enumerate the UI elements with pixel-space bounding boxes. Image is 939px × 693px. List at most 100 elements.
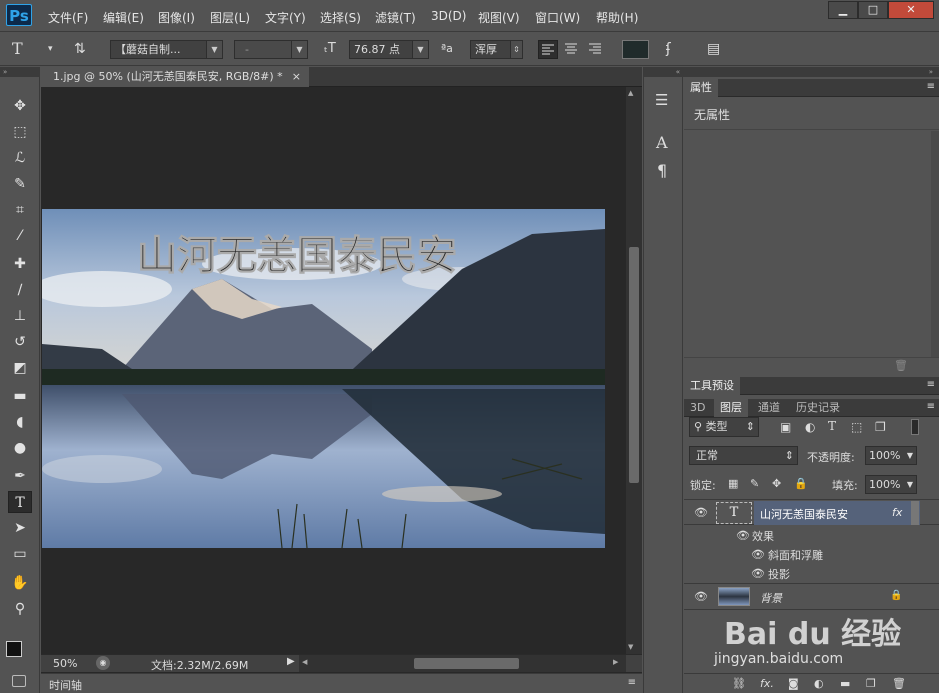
close-window-button[interactable]: ✕ (888, 1, 934, 19)
pen-tool-icon[interactable]: ✒ (8, 465, 32, 487)
timeline-tab[interactable]: 时间轴 (49, 677, 82, 693)
scroll-up-icon[interactable]: ▲ (628, 89, 633, 97)
tab-3d[interactable]: 3D (684, 399, 711, 417)
menu-layer[interactable]: 图层(L) (210, 9, 250, 26)
link-layers-icon[interactable]: ⛓ (732, 677, 746, 690)
zoom-tool-icon[interactable]: ⚲ (8, 598, 32, 620)
canvas-text-layer[interactable]: 山河无恙国泰民安 (137, 232, 458, 280)
history-brush-tool-icon[interactable]: ↺ (8, 331, 32, 353)
align-right-button[interactable] (586, 40, 606, 59)
layer-comps-icon[interactable]: ☰ (655, 91, 668, 109)
menu-3d[interactable]: 3D(D) (431, 9, 466, 23)
clone-stamp-tool-icon[interactable]: ⊥ (8, 305, 32, 327)
quick-selection-tool-icon[interactable]: ✎ (8, 173, 32, 195)
filter-smart-object-icon[interactable]: ❐ (875, 420, 886, 434)
fx-badge[interactable]: fx (892, 506, 902, 519)
path-selection-tool-icon[interactable]: ➤ (8, 517, 32, 539)
lock-position-icon[interactable]: ✥ (772, 477, 781, 490)
tool-preset-arrow-icon[interactable]: ▾ (48, 41, 53, 57)
filter-type-icon[interactable]: T (828, 419, 836, 433)
layer-row-text[interactable]: 👁 T 山河无恙国泰民安 fx (684, 501, 939, 525)
horizontal-scrollbar[interactable]: ◀ ▶ (299, 655, 626, 672)
document-tab[interactable]: 1.jpg @ 50% (山河无恙国泰民安, RGB/8#) * × (41, 67, 309, 87)
scroll-left-icon[interactable]: ◀ (302, 658, 307, 666)
menu-type[interactable]: 文字(Y) (265, 9, 306, 26)
scroll-down-icon[interactable]: ▼ (628, 643, 633, 651)
gradient-tool-icon[interactable]: ▬ (8, 385, 32, 407)
menu-view[interactable]: 视图(V) (478, 9, 520, 26)
type-tool-icon[interactable]: T (8, 491, 32, 513)
tab-history[interactable]: 历史记录 (790, 399, 846, 417)
scroll-right-icon[interactable]: ▶ (613, 658, 618, 666)
menu-select[interactable]: 选择(S) (320, 9, 361, 26)
crop-tool-icon[interactable]: ⌗ (8, 199, 32, 221)
toolbox-collapse-icon[interactable]: » (0, 67, 40, 77)
timeline-panel-bar[interactable]: 时间轴 ≡ (41, 673, 642, 693)
font-family-select[interactable]: 【蘑菇自制... ▼ (110, 40, 223, 59)
vertical-scrollbar[interactable]: ▲ ▼ (626, 87, 642, 654)
panel-menu-icon[interactable]: ≡ (927, 379, 935, 390)
visibility-eye-icon[interactable]: 👁 (751, 567, 765, 580)
character-panel-toggle-icon[interactable]: ▤ (707, 41, 720, 57)
panel-menu-icon[interactable]: ≡ (927, 81, 935, 92)
character-panel-icon[interactable]: A (656, 133, 668, 152)
rectangle-tool-icon[interactable]: ▭ (8, 543, 32, 565)
new-layer-icon[interactable]: ❐ (866, 677, 876, 690)
menu-image[interactable]: 图像(I) (158, 9, 195, 26)
foreground-color-swatch[interactable] (6, 641, 22, 657)
antialias-select[interactable]: 浑厚 ⇕ (470, 40, 523, 59)
adjustment-layer-icon[interactable]: ◐ (814, 677, 824, 690)
tab-tool-presets[interactable]: 工具预设 (684, 377, 740, 395)
menu-file[interactable]: 文件(F) (48, 9, 88, 26)
visibility-eye-icon[interactable]: 👁 (694, 506, 708, 519)
lasso-tool-icon[interactable]: ℒ (8, 147, 32, 169)
quick-mask-icon[interactable] (12, 675, 26, 687)
align-center-button[interactable] (562, 40, 582, 59)
tab-layers[interactable]: 图层 (714, 399, 748, 417)
trash-icon[interactable]: 🗑 (894, 359, 908, 372)
hand-tool-icon[interactable]: ✋ (8, 572, 32, 594)
effect-bevel-emboss[interactable]: 斜面和浮雕 (768, 547, 823, 563)
filter-adjustment-icon[interactable]: ◐ (805, 420, 815, 434)
horizontal-scroll-thumb[interactable] (414, 658, 519, 669)
opacity-input[interactable]: 100% ▼ (865, 446, 917, 465)
visibility-eye-icon[interactable]: 👁 (694, 590, 708, 603)
effect-drop-shadow[interactable]: 投影 (768, 566, 790, 582)
brush-tool-icon[interactable]: ∕ (8, 279, 32, 301)
layers-scrollbar-thumb[interactable] (911, 501, 919, 525)
filter-toggle-switch[interactable] (911, 419, 919, 435)
filter-shape-icon[interactable]: ⬚ (851, 420, 862, 434)
type-tool-icon[interactable]: T (12, 41, 23, 57)
move-tool-icon[interactable]: ✥ (8, 95, 32, 117)
maximize-button[interactable]: □ (858, 1, 888, 19)
tab-channels[interactable]: 通道 (752, 399, 786, 417)
healing-brush-tool-icon[interactable]: ✚ (8, 253, 32, 275)
visibility-eye-icon[interactable]: 👁 (751, 548, 765, 561)
strip-collapse-icon[interactable]: « (644, 67, 684, 77)
panel-menu-icon[interactable]: ≡ (628, 677, 636, 688)
lock-transparency-icon[interactable]: ▦ (728, 477, 738, 490)
font-style-select[interactable]: - ▼ (234, 40, 308, 59)
dock-collapse-icon[interactable]: » (684, 67, 939, 77)
add-style-icon[interactable]: fx. (760, 677, 774, 690)
canvas-image[interactable]: 山河无恙国泰民安 (42, 209, 605, 548)
zoom-level[interactable]: 50% (53, 657, 77, 670)
menu-help[interactable]: 帮助(H) (596, 9, 638, 26)
fill-input[interactable]: 100% ▼ (865, 475, 917, 494)
properties-scrollbar[interactable] (931, 131, 939, 359)
paragraph-panel-icon[interactable]: ¶ (657, 161, 667, 180)
filter-pixel-icon[interactable]: ▣ (780, 420, 791, 434)
close-tab-icon[interactable]: × (292, 67, 301, 87)
new-group-icon[interactable]: ▬ (840, 677, 850, 690)
text-color-swatch[interactable] (622, 40, 649, 59)
visibility-eye-icon[interactable]: 👁 (736, 529, 750, 542)
eraser-tool-icon[interactable]: ◩ (8, 357, 32, 379)
lock-all-icon[interactable]: 🔒 (794, 477, 808, 490)
tab-properties[interactable]: 属性 (684, 79, 718, 97)
eyedropper-tool-icon[interactable]: ⁄ (8, 225, 32, 247)
menu-edit[interactable]: 编辑(E) (103, 9, 144, 26)
layer-filter-select[interactable]: ⚲ 类型 ⇕ (689, 417, 759, 437)
status-menu-arrow-icon[interactable]: ▶ (287, 656, 295, 667)
layer-name[interactable]: 山河无恙国泰民安 (760, 506, 848, 522)
menu-window[interactable]: 窗口(W) (535, 9, 580, 26)
